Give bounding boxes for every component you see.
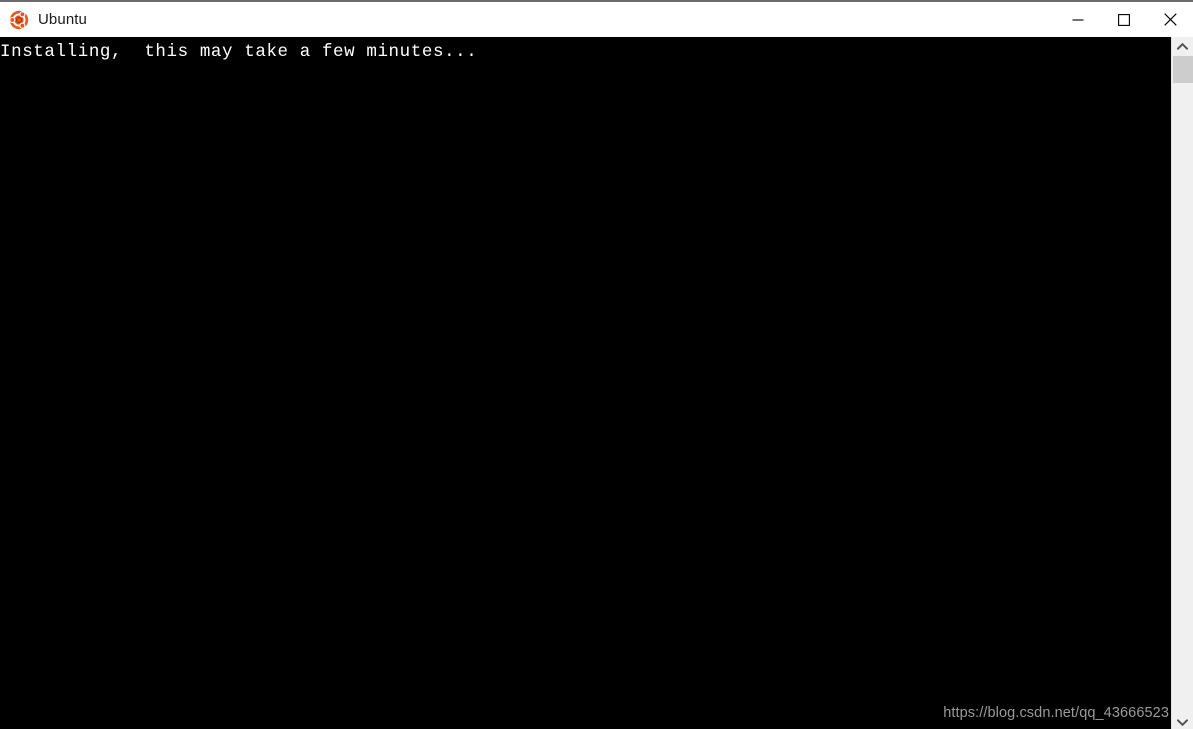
- ubuntu-logo-icon: [9, 10, 29, 30]
- chevron-down-icon: [1177, 718, 1188, 726]
- ubuntu-terminal-window: Ubuntu Installing, this may take a few m…: [0, 0, 1193, 729]
- watermark-text: https://blog.csdn.net/qq_43666523: [943, 705, 1169, 721]
- close-button[interactable]: [1147, 2, 1193, 37]
- minimize-icon: [1072, 14, 1084, 26]
- window-controls: [1055, 2, 1193, 37]
- title-bar: Ubuntu: [0, 2, 1193, 37]
- maximize-button[interactable]: [1101, 2, 1147, 37]
- vertical-scrollbar[interactable]: [1171, 37, 1193, 729]
- terminal-line: Installing, this may take a few minutes.…: [0, 42, 478, 62]
- scrollbar-thumb[interactable]: [1173, 56, 1193, 83]
- scroll-down-button[interactable]: [1172, 713, 1193, 729]
- scrollbar-track[interactable]: [1172, 55, 1193, 713]
- minimize-button[interactable]: [1055, 2, 1101, 37]
- close-icon: [1163, 13, 1177, 26]
- window-title: Ubuntu: [38, 11, 87, 28]
- terminal-output-area[interactable]: Installing, this may take a few minutes.…: [0, 37, 1171, 729]
- title-bar-left: Ubuntu: [0, 10, 1055, 30]
- scroll-up-button[interactable]: [1172, 37, 1193, 55]
- maximize-icon: [1118, 13, 1130, 26]
- chevron-up-icon: [1177, 42, 1188, 50]
